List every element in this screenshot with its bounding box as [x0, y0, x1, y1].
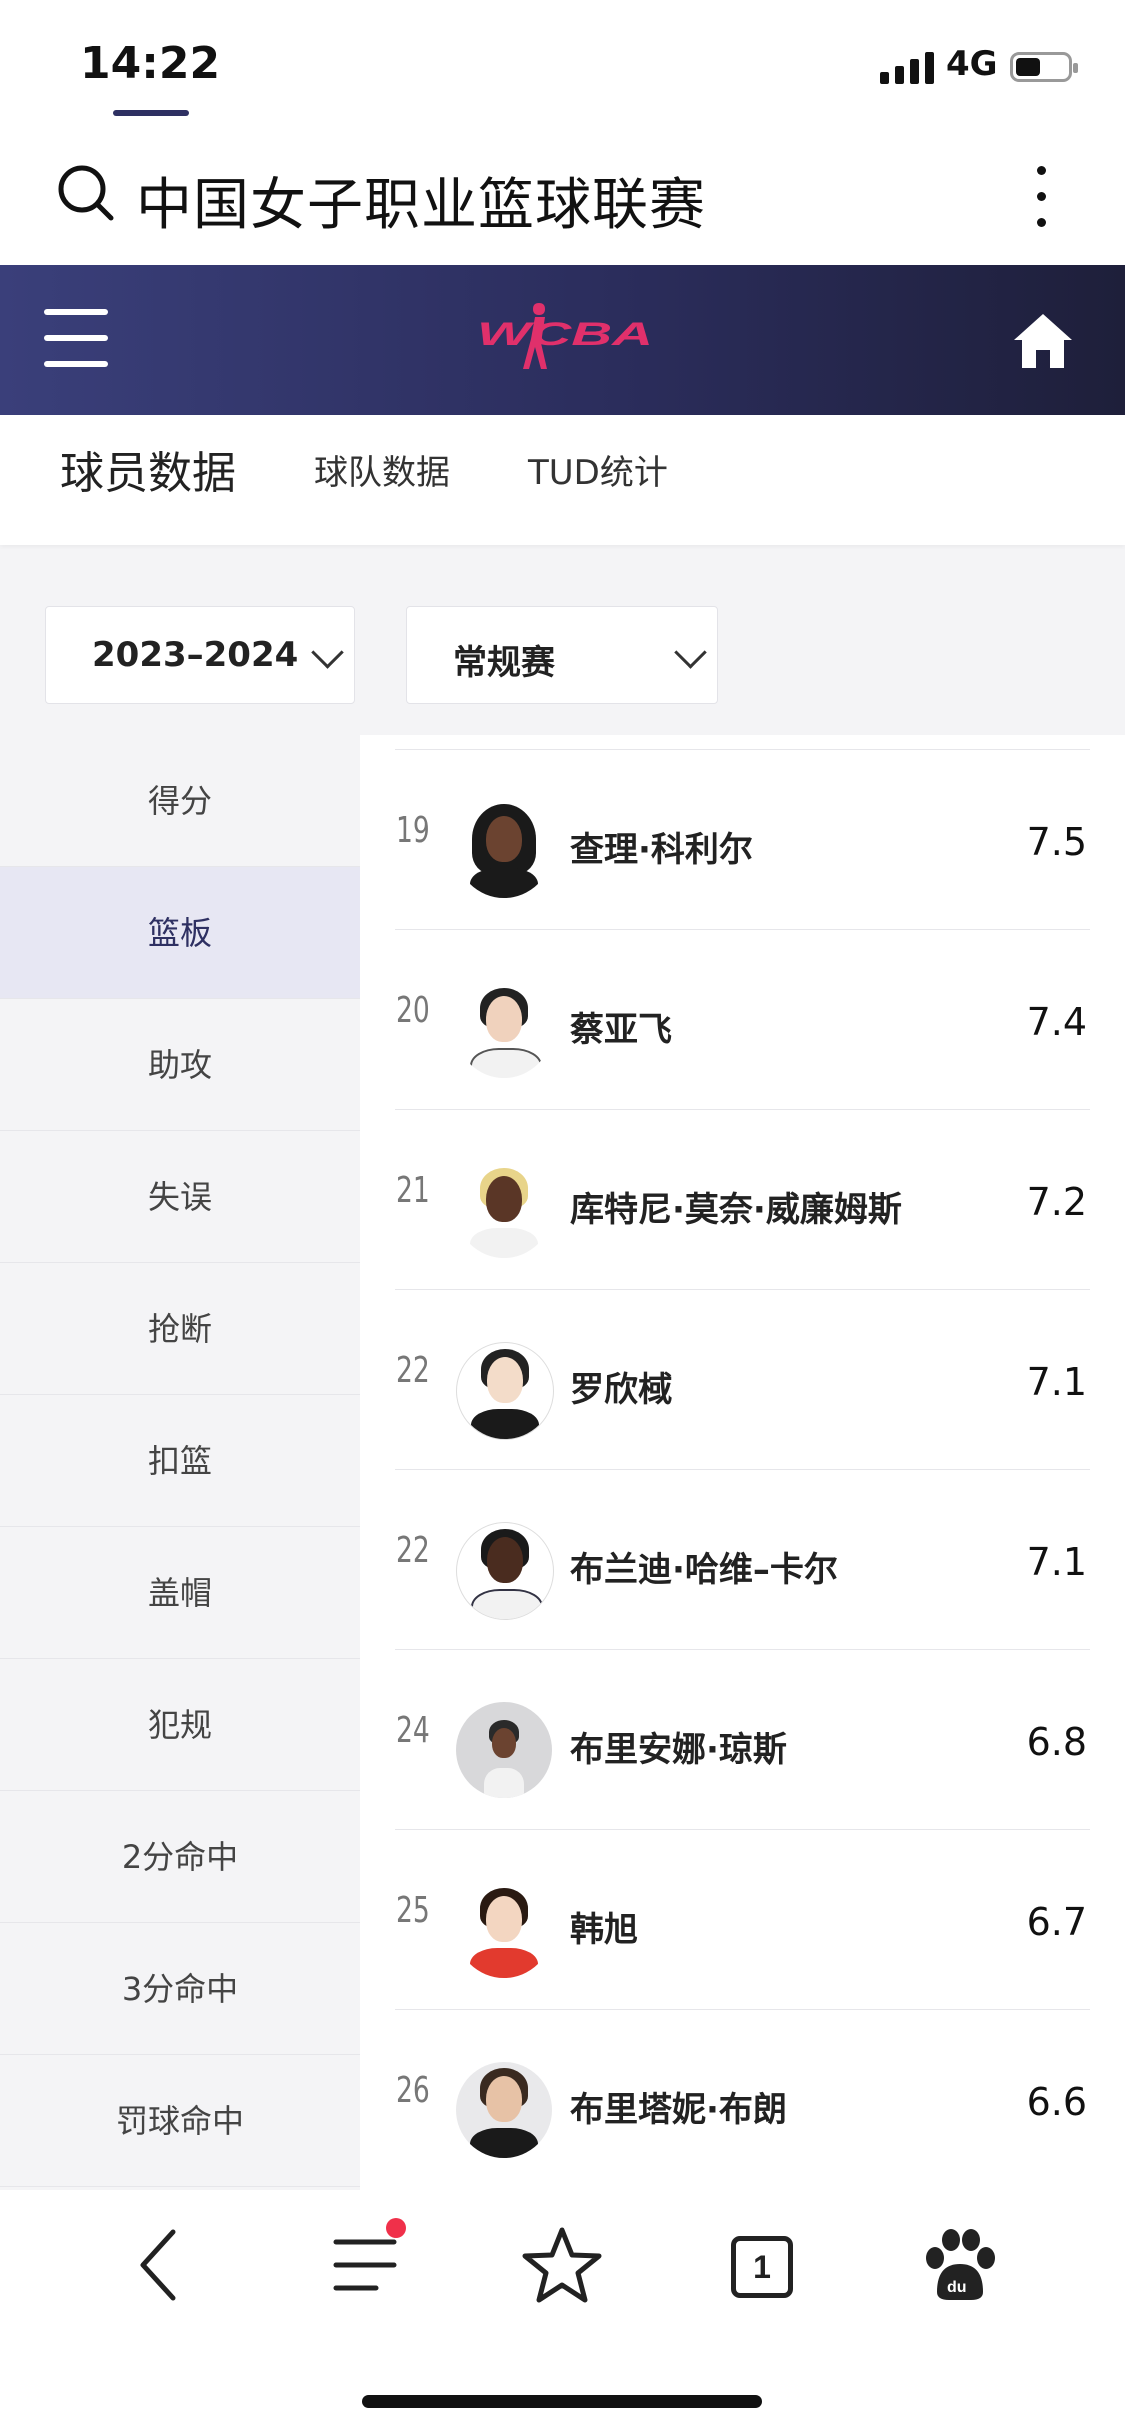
player-avatar [456, 1702, 552, 1798]
svg-text:du: du [947, 2279, 967, 2296]
player-avatar [456, 2062, 552, 2158]
chevron-down-icon [311, 636, 344, 669]
stat-category-sidebar: 得分 篮板 助攻 失误 抢断 扣篮 盖帽 犯规 2分命中 3分命中 罚球命中 [0, 735, 360, 2190]
player-avatar [456, 1522, 554, 1620]
tab-team-stats[interactable]: 球队数据 [314, 445, 450, 494]
signal-icon [880, 50, 936, 84]
category-points[interactable]: 得分 [0, 735, 360, 867]
player-name: 库特尼·莫奈·威廉姆斯 [570, 1190, 902, 1230]
category-turnovers[interactable]: 失误 [0, 1131, 360, 1263]
home-indicator [362, 2395, 762, 2408]
player-stat-value: 6.7 [1026, 1900, 1087, 1944]
player-name: 罗欣棫 [570, 1370, 672, 1410]
player-row[interactable]: 24 布里安娜·琼斯 6.8 [360, 1650, 1125, 1830]
game-type-select[interactable]: 常规赛 [406, 606, 718, 704]
player-avatar [456, 1342, 554, 1440]
more-options-icon[interactable] [1030, 162, 1052, 232]
player-rank: 26 [396, 2070, 430, 2111]
search-query[interactable]: 中国女子职业篮球联赛 [136, 160, 706, 241]
home-icon[interactable] [1010, 308, 1076, 374]
player-avatar [456, 1882, 552, 1978]
tab-tud-stats[interactable]: TUD统计 [528, 445, 668, 494]
category-ft-made[interactable]: 罚球命中 [0, 2055, 360, 2187]
season-value: 2023–2024 [92, 635, 299, 675]
category-dunks[interactable]: 扣篮 [0, 1395, 360, 1527]
player-row[interactable]: 20 蔡亚飞 7.4 [360, 930, 1125, 1110]
back-icon[interactable] [115, 2220, 205, 2310]
player-stat-value: 7.1 [1026, 1360, 1087, 1404]
player-avatar [456, 802, 552, 898]
season-select[interactable]: 2023–2024 [45, 606, 355, 704]
wcba-logo[interactable]: WCBA [475, 295, 655, 375]
category-rebounds[interactable]: 篮板 [0, 867, 360, 999]
player-stat-value: 6.6 [1026, 2080, 1087, 2124]
search-icon[interactable] [56, 163, 116, 223]
game-type-value: 常规赛 [453, 643, 555, 683]
player-row[interactable]: 19 查理·科利尔 7.5 [360, 750, 1125, 930]
baidu-paw-icon[interactable]: du [915, 2220, 1005, 2310]
svg-text:WCBA: WCBA [477, 316, 653, 352]
category-3pt-made[interactable]: 3分命中 [0, 1923, 360, 2055]
player-rank: 22 [396, 1350, 430, 1391]
player-stat-value: 7.5 [1026, 820, 1087, 864]
category-steals[interactable]: 抢断 [0, 1263, 360, 1395]
player-name: 布里塔妮·布朗 [570, 2090, 787, 2130]
category-2pt-made[interactable]: 2分命中 [0, 1791, 360, 1923]
player-stat-value: 7.1 [1026, 1540, 1087, 1584]
player-name: 蔡亚飞 [570, 1010, 672, 1050]
player-avatar [456, 982, 552, 1078]
category-assists[interactable]: 助攻 [0, 999, 360, 1131]
tabs-count: 1 [731, 2236, 793, 2298]
player-rank: 20 [396, 990, 430, 1031]
player-row[interactable]: 21 库特尼·莫奈·威廉姆斯 7.2 [360, 1110, 1125, 1290]
player-row[interactable]: 26 布里塔妮·布朗 6.6 [360, 2010, 1125, 2190]
player-rank: 19 [396, 810, 430, 851]
network-type: 4G [946, 44, 998, 84]
player-name: 布里安娜·琼斯 [570, 1730, 787, 1770]
chevron-down-icon [674, 636, 707, 669]
player-rank: 25 [396, 1890, 430, 1931]
menu-icon[interactable] [44, 305, 108, 371]
stats-tabs: 球员数据 球队数据 TUD统计 [0, 415, 1125, 545]
player-avatar [456, 1162, 552, 1258]
player-name: 查理·科利尔 [570, 830, 753, 870]
status-time: 14:22 [80, 38, 221, 89]
player-rank: 21 [396, 1170, 430, 1211]
player-row[interactable]: 22 布兰迪·哈维–卡尔 7.1 [360, 1470, 1125, 1650]
active-tab-indicator [113, 110, 189, 116]
player-name: 布兰迪·哈维–卡尔 [570, 1550, 838, 1590]
player-row[interactable]: 25 韩旭 6.7 [360, 1830, 1125, 2010]
category-fouls[interactable]: 犯规 [0, 1659, 360, 1791]
tab-player-stats[interactable]: 球员数据 [60, 437, 236, 501]
tabs-icon[interactable]: 1 [715, 2220, 805, 2310]
star-icon[interactable] [517, 2220, 607, 2310]
player-stat-value: 6.8 [1026, 1720, 1087, 1764]
category-blocks[interactable]: 盖帽 [0, 1527, 360, 1659]
player-rank: 24 [396, 1710, 430, 1751]
player-name: 韩旭 [570, 1910, 638, 1950]
player-stat-value: 7.4 [1026, 1000, 1087, 1044]
notification-badge [386, 2218, 406, 2238]
player-rank: 22 [396, 1530, 430, 1571]
player-row[interactable]: 22 罗欣棫 7.1 [360, 1290, 1125, 1470]
player-stat-value: 7.2 [1026, 1180, 1087, 1224]
battery-icon [1010, 52, 1078, 82]
